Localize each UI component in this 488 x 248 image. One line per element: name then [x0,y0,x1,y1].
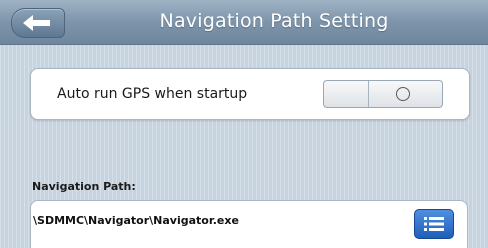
auto-run-setting-panel: Auto run GPS when startup [30,68,470,120]
toggle-divider [368,81,369,107]
browse-path-button[interactable] [414,209,454,239]
toggle-off-indicator-icon [396,87,410,101]
auto-run-label: Auto run GPS when startup [57,86,248,102]
navigation-path-field[interactable]: \SDMMC\Navigator\Navigator.exe [30,200,468,248]
back-button[interactable] [11,8,65,38]
list-icon [424,217,444,231]
auto-run-toggle[interactable] [323,80,443,108]
navigation-path-value: \SDMMC\Navigator\Navigator.exe [33,214,239,227]
page-title: Navigation Path Setting [159,10,389,32]
title-bar: Navigation Path Setting [0,0,488,45]
navigation-path-label: Navigation Path: [32,180,136,193]
arrow-left-icon [23,15,50,31]
